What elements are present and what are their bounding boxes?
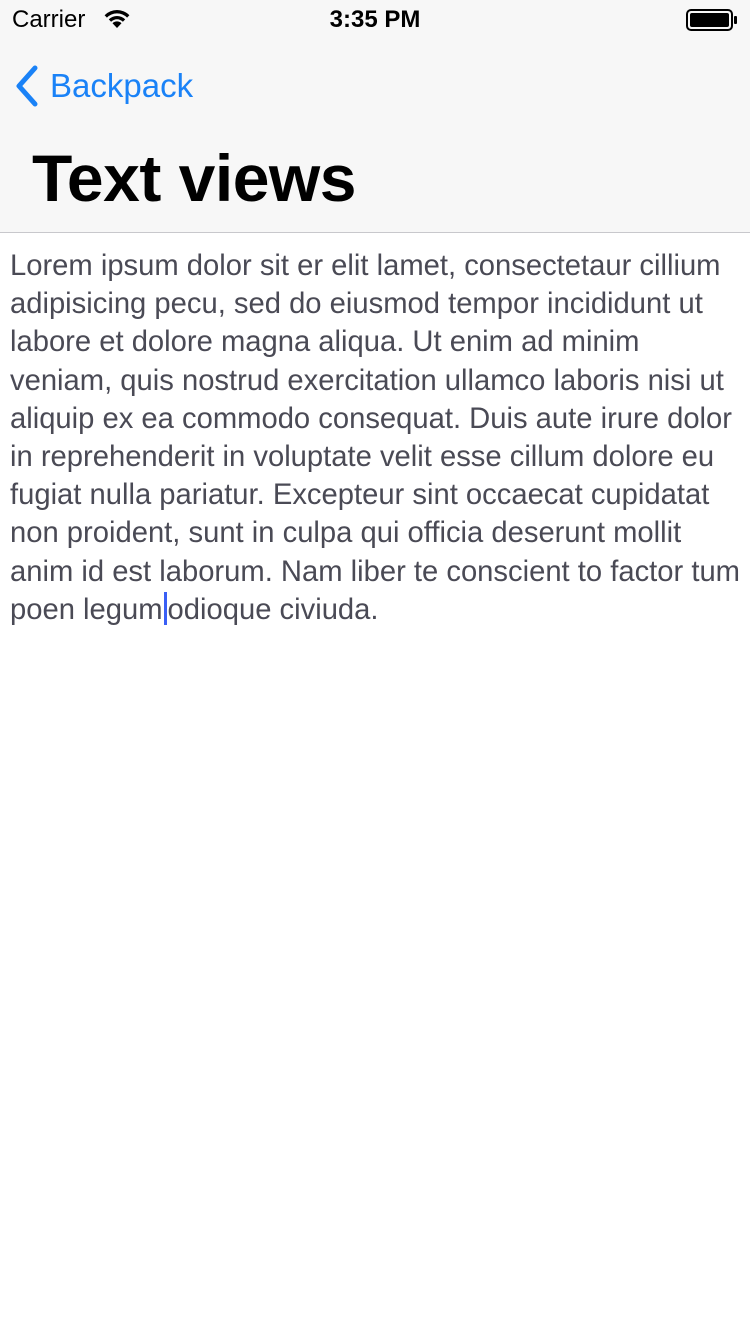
text-view[interactable]: Lorem ipsum dolor sit er elit lamet, con… [10,247,744,1317]
text-view-content-after-cursor: odioque civiuda. [167,593,379,626]
text-view-content: Lorem ipsum dolor sit er elit lamet, con… [10,250,740,626]
clock-time: 3:35 PM [329,6,421,33]
navigation-bar: Backpack Text views [0,40,750,233]
status-bar: Carrier 3:35 PM [0,0,750,40]
back-button-label: Backpack [50,67,194,104]
battery-full-icon [686,9,737,31]
back-button[interactable]: Backpack [14,64,193,108]
chevron-left-icon [16,65,38,107]
text-cursor [163,591,167,625]
page-title: Text views [32,141,356,215]
